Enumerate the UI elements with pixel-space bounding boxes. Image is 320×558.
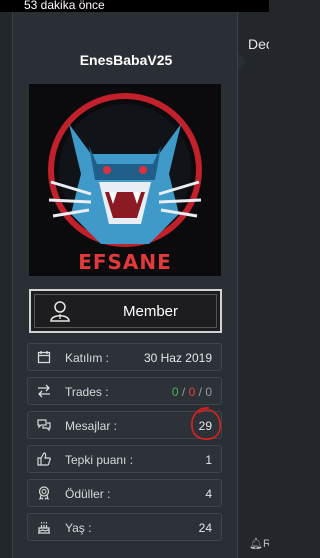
stat-reactions: Tepki puanı : 1 [27,445,222,473]
exchange-arrows-icon [38,384,50,398]
trades-negative: 0 [188,385,196,399]
react-button[interactable]: 🔔︎R [249,537,269,550]
post-text-preview: Dec [248,36,269,52]
sidebar-arrow [238,52,246,72]
stat-joined-value: 30 Haz 2019 [143,351,212,365]
stat-age-value: 24 [198,521,212,535]
avatar[interactable]: EFSANE GAMING [29,84,221,276]
stat-joined: Katılım : 30 Haz 2019 [27,343,222,371]
stat-awards-value[interactable]: 4 [205,487,212,501]
stat-reactions-label: Tepki puanı : [65,453,134,467]
user-stats: Katılım : 30 Haz 2019 Trades : 0 / 0 / 0… [27,343,222,547]
stat-trades-label: Trades : [65,385,109,399]
trades-separator: / [181,385,186,399]
member-badge[interactable]: Member [29,289,222,333]
avatar-image [29,84,221,276]
birthday-cake-icon [38,522,50,534]
post-content: Dec 🔔︎R [238,12,269,558]
user-sidebar: EnesBabaV25 EFSANE GAMING Member [12,12,238,558]
stat-trades-value[interactable]: 0 / 0 / 0 [172,385,212,399]
comments-icon [37,419,51,432]
bell-icon: 🔔︎ [249,538,263,550]
thumbs-up-icon [37,452,51,466]
stat-age-label: Yaş : [65,521,92,535]
user-icon [50,301,70,322]
react-label: R [262,538,269,550]
member-label: Member [122,303,178,320]
stat-reactions-value: 1 [205,453,212,467]
trades-separator: / [198,385,202,399]
stat-trades: Trades : 0 / 0 / 0 [27,377,222,405]
stat-messages: Mesajlar : 29 [27,407,222,440]
username-link[interactable]: EnesBabaV25 [13,52,239,68]
stat-messages-label: Mesajlar : [65,419,118,433]
stat-age: Yaş : 24 [27,513,222,541]
avatar-text: EFSANE GAMING [76,250,173,276]
topbar: 53 dakika önce [0,0,269,12]
stat-awards: Ödüller : 4 [27,479,222,507]
trades-neutral: 0 [205,385,212,399]
stat-awards-label: Ödüller : [65,487,111,501]
award-medal-icon [38,486,50,500]
calendar-icon [37,351,51,364]
stat-messages-value[interactable]: 29 [199,419,212,433]
trades-positive: 0 [171,385,179,399]
stat-joined-label: Katılım : [65,351,110,365]
post-time[interactable]: 53 dakika önce [24,0,105,12]
